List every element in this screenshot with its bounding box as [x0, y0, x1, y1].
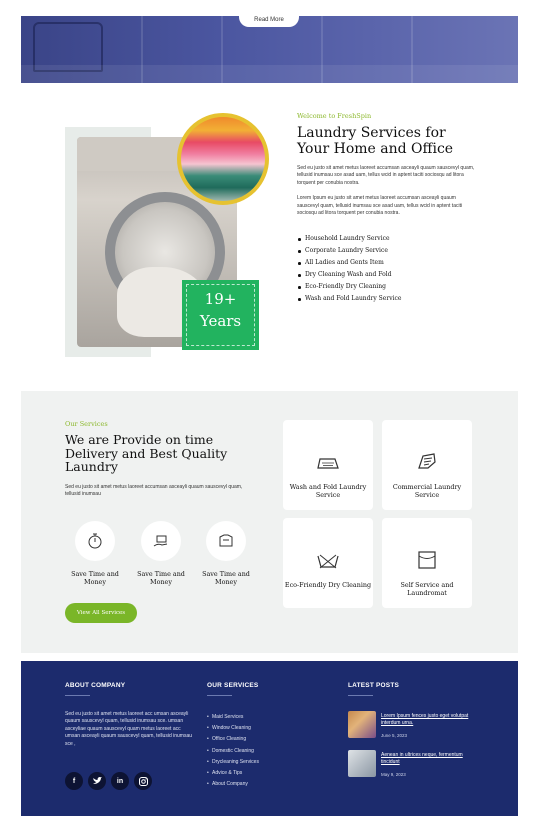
latest-post-1[interactable]: Lorem Ipsum fences justo eget volutpat i… [348, 711, 478, 739]
post-thumbnail [348, 750, 376, 777]
about-text: Welcome to FreshSpin Laundry Services fo… [297, 112, 477, 305]
linkedin-icon[interactable]: in [111, 772, 129, 790]
twitter-icon[interactable] [88, 772, 106, 790]
list-item: Dry Cleaning Wash and Fold [297, 269, 477, 281]
footer-link[interactable]: Domestic Cleaning [207, 746, 259, 757]
feature-label: Save Time and Money [71, 570, 119, 586]
service-card-eco[interactable]: Eco-Friendly Dry Cleaning [283, 518, 373, 608]
feature-save-time-3: Save Time and Money [196, 521, 256, 586]
laundry-hand-icon [382, 434, 472, 474]
footer-link[interactable]: About Company [207, 779, 259, 790]
list-item: Eco-Friendly Dry Cleaning [297, 281, 477, 293]
feature-label: Save Time and Money [137, 570, 185, 586]
services-section: Our Services We are Provide on time Deli… [21, 391, 518, 653]
square-dryer-icon [382, 532, 472, 572]
services-eyebrow: Our Services [65, 420, 108, 428]
experience-badge: 19+ Years [182, 280, 259, 350]
list-item: Wash and Fold Laundry Service [297, 293, 477, 305]
card-label: Wash and Fold Laundry Service [289, 483, 367, 499]
footer-link[interactable]: Advice & Tips [207, 768, 259, 779]
list-item: All Ladies and Gents Item [297, 257, 477, 269]
service-card-wash-fold[interactable]: Wash and Fold Laundry Service [283, 420, 373, 510]
service-card-commercial[interactable]: Commercial Laundry Service [382, 420, 472, 510]
folded-shirt-icon [206, 521, 246, 561]
post-thumbnail [348, 711, 376, 738]
services-title: We are Provide on time Delivery and Best… [65, 432, 228, 474]
service-card-self-service[interactable]: Self Service and Laundromat [382, 518, 472, 608]
view-all-services-button[interactable]: View All Services [65, 603, 137, 623]
footer-link[interactable]: Maid Services [207, 712, 259, 723]
list-item: Household Laundry Service [297, 233, 477, 245]
feature-save-time-2: Save Time and Money [131, 521, 191, 586]
folded-clothes-image [177, 113, 269, 205]
about-company-heading: ABOUT COMPANY [65, 682, 126, 689]
footer-link[interactable]: Window Cleaning [207, 723, 259, 734]
post-date: May 9, 2023 [381, 772, 406, 777]
feature-label: Save Time and Money [202, 570, 250, 586]
about-title: Laundry Services for Your Home and Offic… [297, 125, 454, 157]
footer-services-list: Maid Services Window Cleaning Office Cle… [207, 712, 259, 791]
about-section: 19+ Years Welcome to FreshSpin Laundry S… [21, 83, 518, 391]
read-more-button[interactable]: Read More [239, 12, 299, 27]
our-services-heading: OUR SERVICES [207, 682, 259, 689]
no-wash-icon [283, 532, 373, 572]
services-intro: Our Services We are Provide on time Deli… [65, 420, 245, 498]
services-paragraph: Sed eu justo sit amet metus laoreet accu… [65, 483, 243, 497]
footer-link[interactable]: Drycleaning Services [207, 757, 259, 768]
post-title[interactable]: Lorem Ipsum fences justo eget volutpat i… [381, 713, 471, 726]
facebook-icon[interactable]: f [65, 772, 83, 790]
latest-posts-heading: LATEST POSTS [348, 682, 400, 689]
card-label: Eco-Friendly Dry Cleaning [284, 581, 372, 589]
latest-post-2[interactable]: Aenean in ultrices neque, fermentum tinc… [348, 750, 478, 778]
card-label: Self Service and Laundromat [400, 581, 454, 597]
stopwatch-icon [75, 521, 115, 561]
about-paragraph-2: Lorem Ipsum eu justo sit amet metus laor… [297, 195, 463, 217]
footer: ABOUT COMPANY Sed eu justo sit amet metu… [21, 661, 518, 816]
about-company-text: Sed eu justo sit amet metus laoreet acc … [65, 711, 193, 747]
feature-save-time-1: Save Time and Money [65, 521, 125, 586]
list-item: Corporate Laundry Service [297, 245, 477, 257]
about-paragraph-1: Sed eu justo sit amet metus laoreet accu… [297, 165, 475, 186]
card-label: Commercial Laundry Service [392, 483, 462, 499]
footer-link[interactable]: Office Cleaning [207, 734, 259, 745]
service-bullet-list: Household Laundry Service Corporate Laun… [297, 233, 477, 305]
post-date: June 5, 2023 [381, 733, 408, 738]
instagram-icon[interactable] [134, 772, 152, 790]
iron-icon [283, 434, 373, 474]
post-title[interactable]: Aenean in ultrices neque, fermentum tinc… [381, 752, 471, 765]
social-links: f in [65, 772, 152, 790]
hand-money-icon [141, 521, 181, 561]
about-eyebrow: Welcome to FreshSpin [297, 112, 372, 120]
